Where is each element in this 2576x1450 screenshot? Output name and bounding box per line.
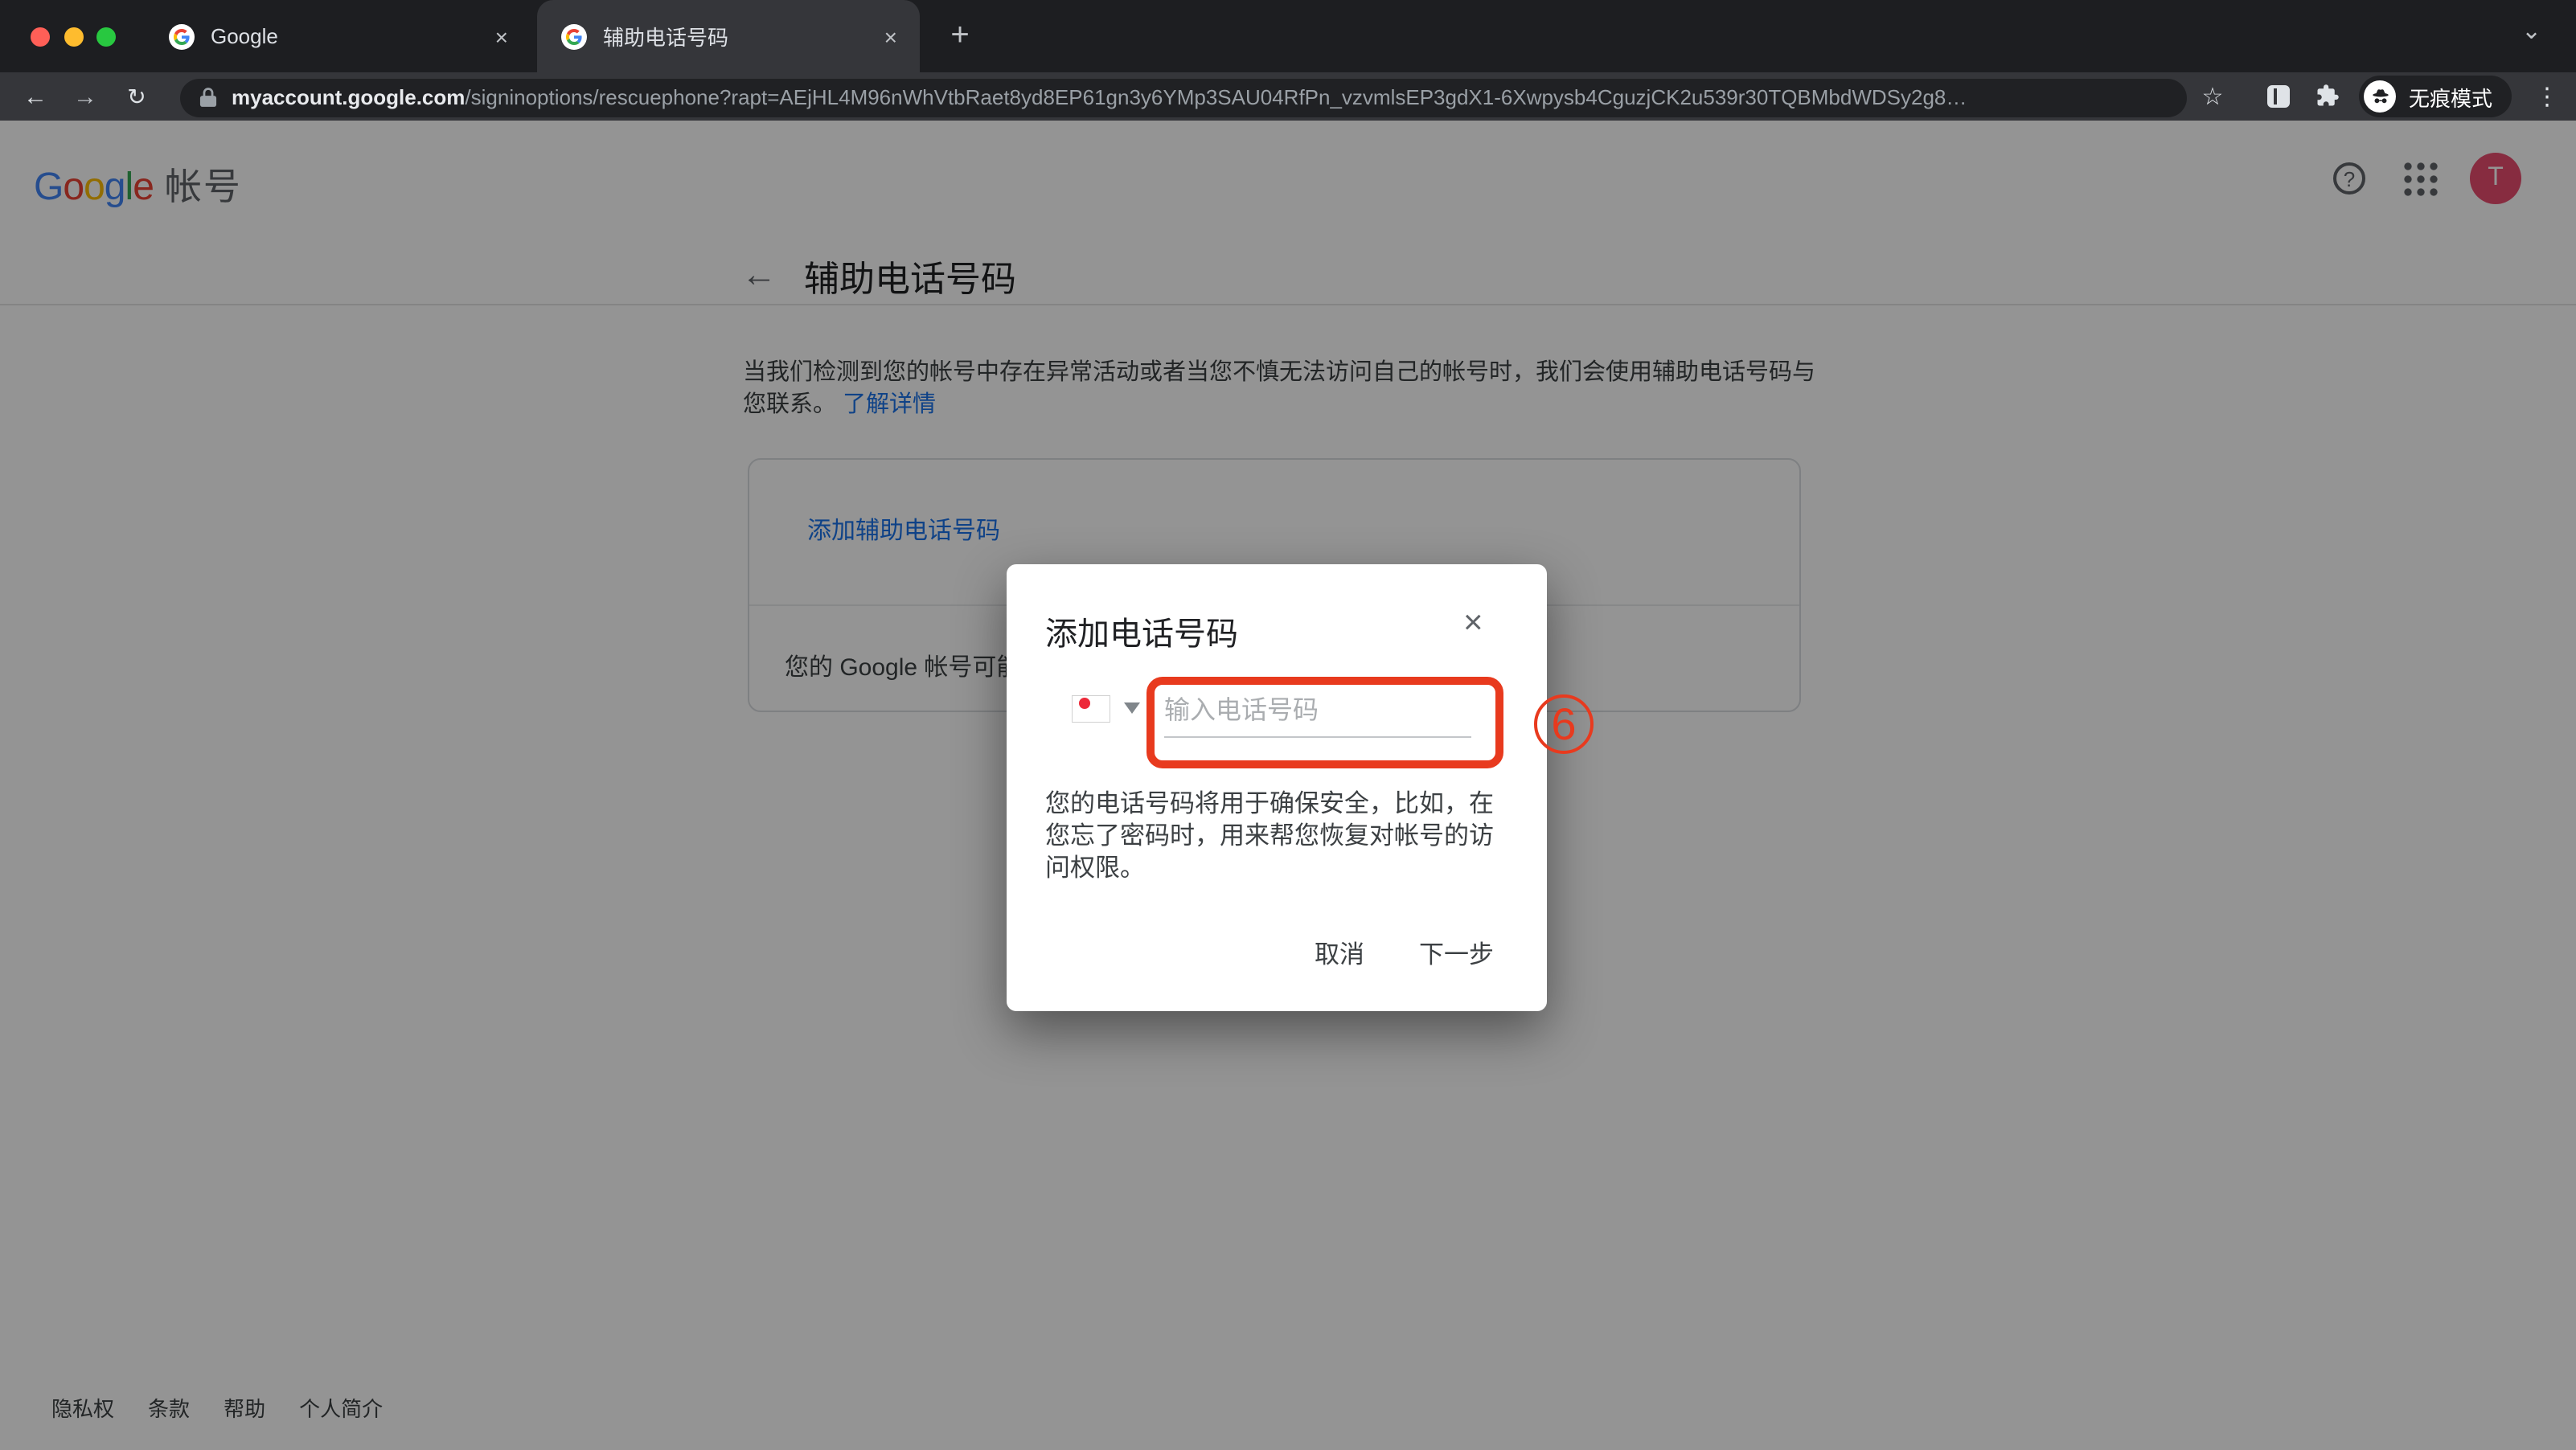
back-icon[interactable]: ← <box>18 72 53 121</box>
country-dropdown-arrow-icon[interactable] <box>1124 702 1140 714</box>
annotation-step-badge: 6 <box>1534 694 1594 754</box>
next-button[interactable]: 下一步 <box>1419 936 1494 971</box>
browser-tab-google[interactable]: Google × <box>145 0 531 72</box>
annotation-step-number: 6 <box>1551 698 1576 750</box>
dialog-title: 添加电话号码 <box>1045 608 1238 654</box>
tab-search-chevron-icon[interactable]: ⌄ <box>2521 16 2541 45</box>
address-bar[interactable]: myaccount.google.com/signinoptions/rescu… <box>180 78 2187 117</box>
incognito-badge: 无痕模式 <box>2359 76 2512 117</box>
browser-tab-recovery-phone[interactable]: 辅助电话号码 × <box>537 0 920 72</box>
cancel-button[interactable]: 取消 <box>1315 936 1364 971</box>
dialog-close-icon[interactable]: × <box>1463 606 1483 640</box>
singapore-flag-icon <box>1073 696 1110 722</box>
url-path: /signinoptions/rescuephone?rapt=AEjHL4M9… <box>465 85 1967 109</box>
browser-tab-bar: Google × 辅助电话号码 × + ⌄ <box>0 0 2576 72</box>
macos-close-button[interactable] <box>31 27 50 46</box>
annotation-highlight-box <box>1146 677 1503 768</box>
screenshot-root: Google × 辅助电话号码 × + ⌄ ← → ↻ myaccount.go… <box>0 0 2576 1450</box>
macos-minimize-button[interactable] <box>64 27 83 46</box>
reload-icon[interactable]: ↻ <box>119 72 154 121</box>
tab-title: Google <box>211 24 278 48</box>
tab-close-icon[interactable]: × <box>495 23 508 49</box>
google-favicon-icon <box>561 23 587 49</box>
macos-zoom-button[interactable] <box>96 27 116 46</box>
tab-title: 辅助电话号码 <box>603 21 728 51</box>
lock-icon <box>199 87 217 108</box>
add-phone-dialog: 添加电话号码 × 您的电话号码将用于确保安全，比如，在您忘了密码时，用来帮您恢复… <box>1007 564 1547 1011</box>
dialog-body-text: 您的电话号码将用于确保安全，比如，在您忘了密码时，用来帮您恢复对帐号的访问权限。 <box>1045 789 1510 886</box>
new-tab-button[interactable]: + <box>939 14 981 56</box>
incognito-label: 无痕模式 <box>2409 81 2492 112</box>
url-domain: myaccount.google.com <box>232 85 465 109</box>
tab-close-icon[interactable]: × <box>884 23 897 49</box>
side-panel-icon[interactable] <box>2267 85 2290 108</box>
browser-toolbar: ← → ↻ myaccount.google.com/signinoptions… <box>0 72 2576 121</box>
extensions-puzzle-icon[interactable] <box>2316 84 2340 116</box>
forward-icon[interactable]: → <box>68 72 103 121</box>
bookmark-star-icon[interactable]: ☆ <box>2195 72 2230 121</box>
dialog-actions: 取消 下一步 <box>1315 936 1494 971</box>
incognito-icon <box>2364 80 2396 113</box>
google-favicon-icon <box>169 23 195 49</box>
browser-menu-kebab-icon[interactable]: ⋮ <box>2529 72 2565 121</box>
